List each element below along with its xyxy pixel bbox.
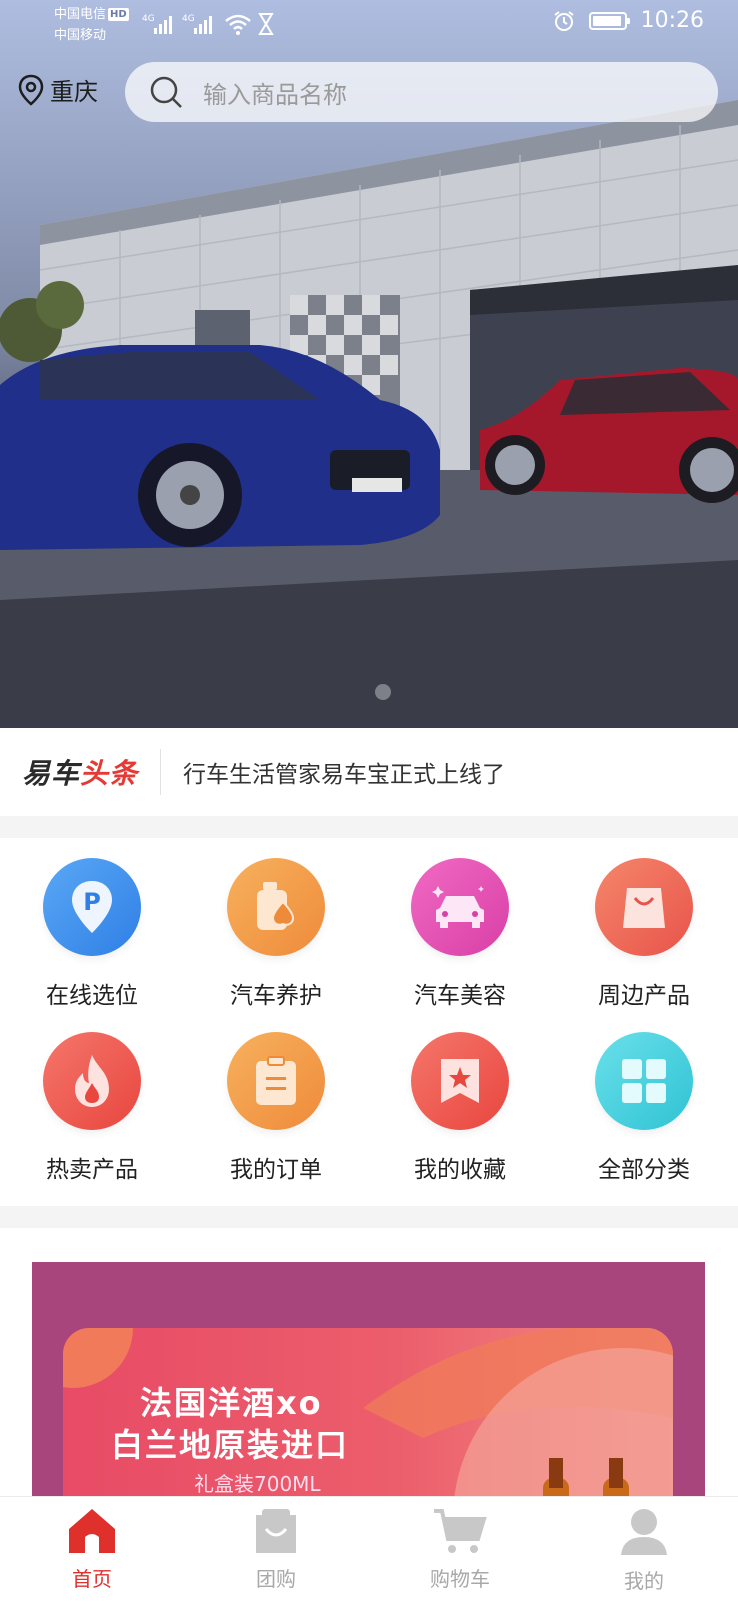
user-icon <box>621 1509 667 1555</box>
menu-label: 全部分类 <box>598 1157 690 1183</box>
menu-item-online-parking[interactable]: P 在线选位 <box>0 858 184 1010</box>
battery-icon <box>588 11 630 30</box>
signal-icon: 4G <box>142 14 172 34</box>
grid-icon <box>595 1032 693 1130</box>
news-logo-part2: 头条 <box>80 757 139 790</box>
news-divider <box>160 749 162 795</box>
carrier-1: 中国电信 <box>54 7 107 22</box>
group-buy-bag-icon <box>256 1509 296 1553</box>
shopping-bag-icon <box>595 858 693 956</box>
oil-bottle-icon <box>227 858 325 956</box>
svg-text:P: P <box>83 888 101 916</box>
status-bar: 中国电信 HD 中国移动 4G 4G 10:26 <box>0 0 738 50</box>
menu-label: 周边产品 <box>598 983 690 1009</box>
menu-item-peripheral-products[interactable]: 周边产品 <box>552 858 736 1010</box>
tab-label: 首页 <box>72 1567 112 1591</box>
home-icon <box>69 1509 115 1553</box>
news-ticker[interactable]: 易车头条 行车生活管家易车宝正式上线了 <box>0 728 738 816</box>
menu-item-hot-products[interactable]: 热卖产品 <box>0 1032 184 1184</box>
menu-item-my-favorites[interactable]: 我的收藏 <box>368 1032 552 1184</box>
car-wash-icon <box>411 858 509 956</box>
menu-item-my-orders[interactable]: 我的订单 <box>184 1032 368 1184</box>
hd-badge: HD <box>108 8 129 21</box>
tab-profile[interactable]: 我的 <box>552 1507 736 1594</box>
search-icon <box>150 76 182 108</box>
location-label: 重庆 <box>50 78 98 106</box>
promo-subtitle: 礼盒装700ML <box>194 1472 321 1496</box>
location-selector[interactable]: 重庆 <box>18 72 98 107</box>
menu-label: 我的收藏 <box>414 1157 506 1183</box>
svg-text:4G: 4G <box>182 14 195 24</box>
tab-group-buy[interactable]: 团购 <box>184 1507 368 1592</box>
clipboard-icon <box>227 1032 325 1130</box>
clock: 10:26 <box>640 8 704 33</box>
hero-banner[interactable]: 中国电信 HD 中国移动 4G 4G 10:26 重庆 输入商品名称 <box>0 0 738 728</box>
promo-title-line2: 白兰地原装进口 <box>111 1426 350 1464</box>
fire-icon <box>43 1032 141 1130</box>
svg-text:4G: 4G <box>142 14 155 24</box>
category-grid: P 在线选位 汽车养护 汽车美容 周边产品 热卖产品 我的订单 我的收藏 全部分… <box>0 838 738 1206</box>
menu-label: 汽车养护 <box>230 983 322 1009</box>
tab-home[interactable]: 首页 <box>0 1507 184 1592</box>
menu-item-all-categories[interactable]: 全部分类 <box>552 1032 736 1184</box>
hourglass-icon <box>258 13 274 35</box>
news-headline[interactable]: 行车生活管家易车宝正式上线了 <box>183 755 505 789</box>
carrier-info: 中国电信 HD 中国移动 <box>54 4 129 46</box>
tab-cart[interactable]: 购物车 <box>368 1507 552 1592</box>
signal-icon-2: 4G <box>182 14 212 34</box>
tab-label: 购物车 <box>430 1567 490 1591</box>
carousel-indicator[interactable] <box>375 684 391 700</box>
parking-pin-icon: P <box>43 858 141 956</box>
tab-label: 团购 <box>256 1567 296 1591</box>
menu-label: 热卖产品 <box>46 1157 138 1183</box>
menu-item-car-maintenance[interactable]: 汽车养护 <box>184 858 368 1010</box>
wifi-icon <box>225 14 251 35</box>
menu-item-car-beauty[interactable]: 汽车美容 <box>368 858 552 1010</box>
menu-label: 汽车美容 <box>414 983 506 1009</box>
news-logo-part1: 易车 <box>22 757 81 790</box>
news-logo: 易车头条 <box>22 752 138 792</box>
alarm-icon <box>553 10 574 31</box>
bookmark-star-icon <box>411 1032 509 1130</box>
promo-title-line1: 法国洋酒xo <box>140 1384 323 1422</box>
bottom-tab-bar: 首页 团购 购物车 我的 <box>0 1496 738 1600</box>
tab-label: 我的 <box>624 1569 664 1593</box>
search-input[interactable]: 输入商品名称 <box>125 62 718 122</box>
carrier-2: 中国移动 <box>54 28 107 43</box>
menu-label: 在线选位 <box>46 983 138 1009</box>
cart-icon <box>434 1509 487 1553</box>
search-placeholder: 输入商品名称 <box>203 80 347 109</box>
location-pin-icon <box>18 74 44 106</box>
menu-label: 我的订单 <box>230 1157 322 1183</box>
